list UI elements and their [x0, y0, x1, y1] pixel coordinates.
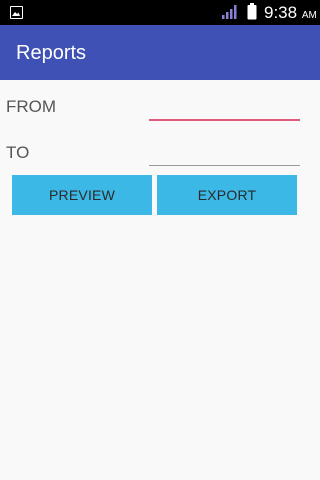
- page-title: Reports: [16, 42, 87, 64]
- status-bar: 9:38 AM: [0, 0, 320, 25]
- battery-icon: [247, 3, 257, 20]
- signal-strength-icon: [222, 5, 237, 19]
- app-bar: Reports: [0, 25, 320, 80]
- image-notification-icon: [10, 6, 23, 19]
- export-button[interactable]: EXPORT: [157, 175, 297, 215]
- time-ampm: AM: [301, 10, 317, 21]
- to-label: TO: [6, 143, 30, 162]
- from-label: FROM: [6, 97, 57, 116]
- from-field[interactable]: [149, 91, 300, 121]
- preview-button[interactable]: PREVIEW: [12, 175, 152, 215]
- to-field[interactable]: [149, 136, 300, 166]
- time-value: 9:38: [264, 3, 298, 22]
- status-time: 9:38 AM: [264, 3, 317, 25]
